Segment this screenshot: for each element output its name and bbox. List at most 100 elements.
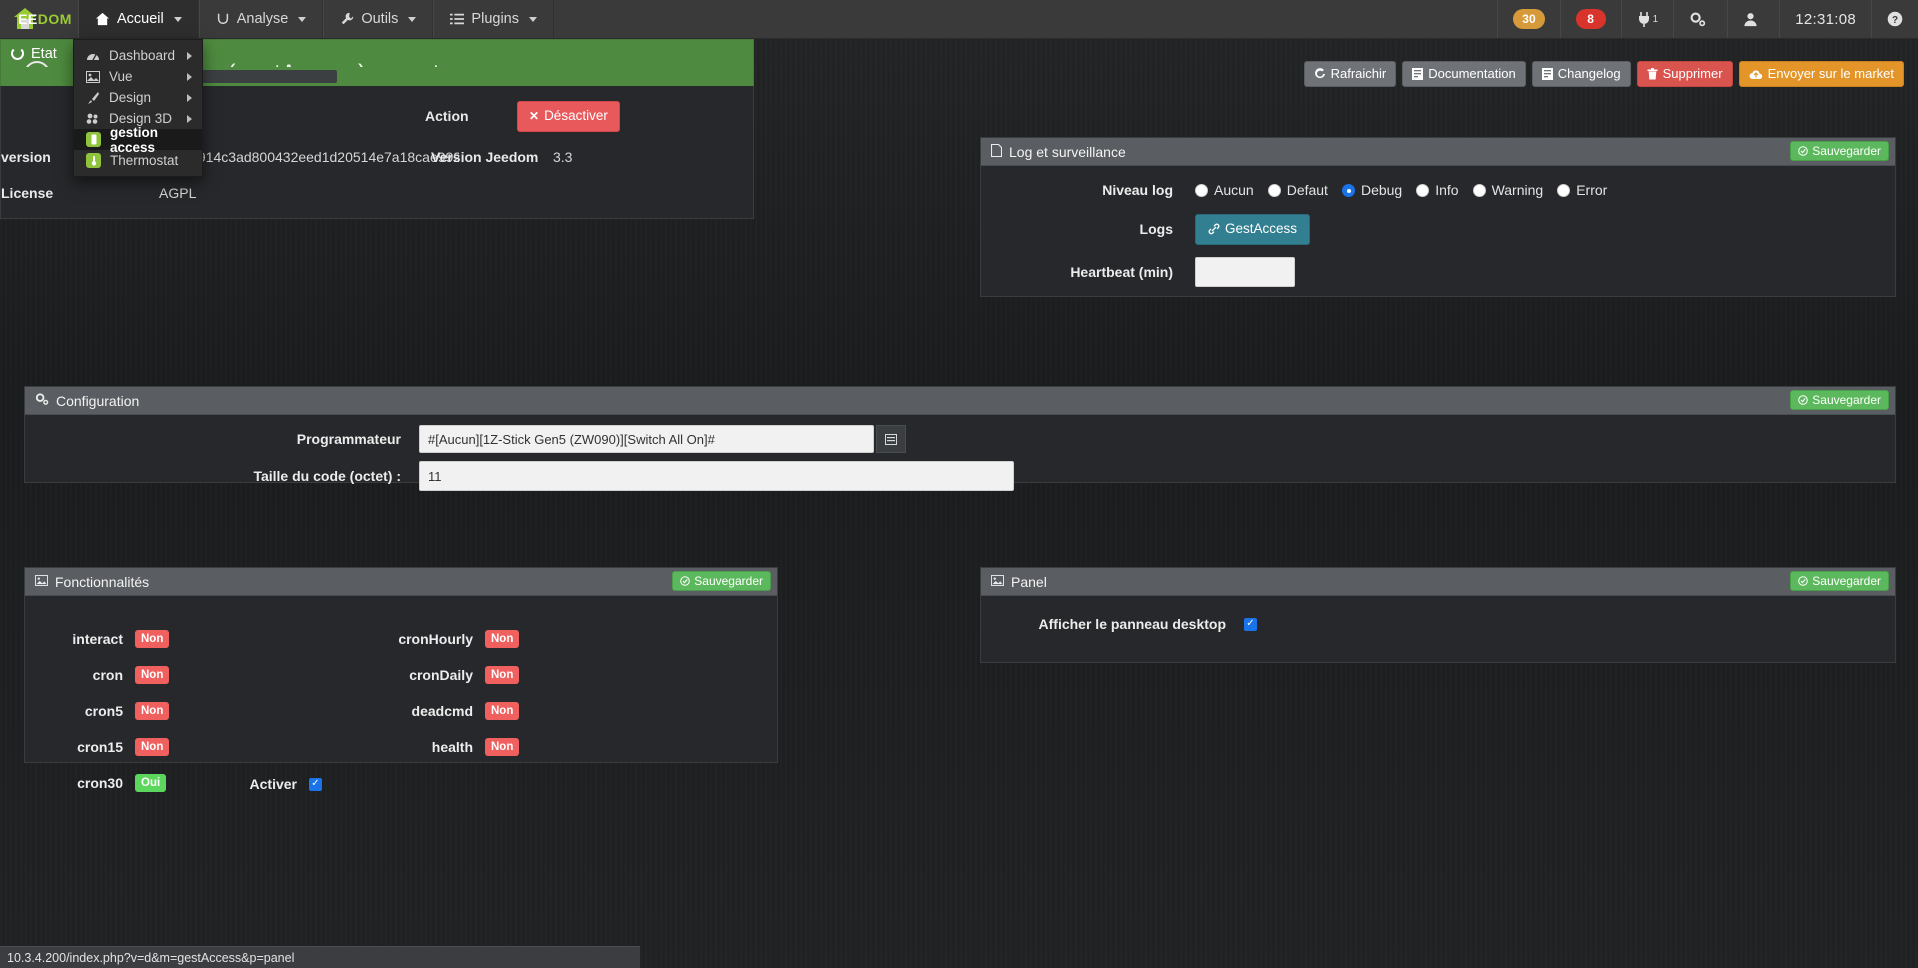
afficher-panneau-desktop-checkbox[interactable]: ✓ bbox=[1244, 617, 1257, 631]
x-icon: ✕ bbox=[529, 108, 540, 123]
changelog-button[interactable]: Changelog bbox=[1531, 61, 1631, 88]
programmateur-row: Programmateur bbox=[43, 425, 1877, 453]
plugin-icon bbox=[86, 132, 101, 147]
documentation-button[interactable]: Documentation bbox=[1402, 61, 1526, 88]
refresh-button[interactable]: Rafraichir bbox=[1303, 61, 1397, 88]
log-level-aucun[interactable]: Aucun bbox=[1195, 182, 1254, 198]
user-menu[interactable] bbox=[1727, 0, 1779, 38]
plug-status-group[interactable]: 1 bbox=[1620, 0, 1674, 38]
heartbeat-input[interactable] bbox=[1195, 256, 1295, 287]
niveau-log-row: Niveau log Aucun Defaut Debug Info Warni… bbox=[999, 182, 1877, 198]
chevron-down-icon bbox=[528, 16, 537, 22]
radio-dot bbox=[1557, 183, 1571, 197]
chevron-right-icon bbox=[187, 51, 192, 60]
user-icon bbox=[1744, 12, 1757, 26]
check-circle-icon bbox=[1798, 146, 1809, 156]
etat-license-label: License bbox=[1, 185, 54, 201]
log-level-error[interactable]: Error bbox=[1557, 182, 1607, 198]
jeedom-logo[interactable]: EEDOM bbox=[0, 0, 78, 38]
log-level-warning-label: Warning bbox=[1491, 182, 1544, 198]
panel-panel: Panel Sauvegarder Afficher le panneau de… bbox=[980, 567, 1896, 663]
panel-save-button[interactable]: Sauvegarder bbox=[1790, 571, 1889, 591]
page-content: gestion access (gestAccess) - master Raf… bbox=[0, 39, 1918, 968]
menu-item-design[interactable]: Design bbox=[74, 87, 202, 108]
feature-deadcmd-label: deadcmd bbox=[411, 703, 473, 719]
log-level-info[interactable]: Info bbox=[1416, 182, 1459, 198]
thermometer-icon bbox=[86, 153, 101, 168]
file-icon bbox=[990, 143, 1003, 160]
menu-item-dashboard[interactable]: Dashboard bbox=[74, 45, 202, 66]
fonctionnalites-save-button[interactable]: Sauvegarder bbox=[672, 571, 771, 591]
message-count-badge: 8 bbox=[1575, 9, 1606, 29]
feature-cron15-label: cron15 bbox=[77, 739, 123, 755]
list-picker-icon[interactable] bbox=[876, 425, 906, 453]
gestaccess-log-button[interactable]: GestAccess bbox=[1195, 214, 1311, 245]
gear-icon bbox=[1690, 12, 1706, 26]
menu-item-thermostat[interactable]: Thermostat bbox=[74, 150, 202, 171]
afficher-panneau-desktop-label: Afficher le panneau desktop bbox=[1038, 616, 1226, 632]
chevron-right-icon bbox=[187, 93, 192, 102]
page-action-buttons: Rafraichir Documentation Changelog Suppr… bbox=[1303, 61, 1904, 88]
refresh-button-label: Rafraichir bbox=[1330, 66, 1387, 81]
book-icon bbox=[1412, 68, 1424, 81]
chevron-right-icon bbox=[187, 72, 192, 81]
nav-item-plugins[interactable]: Plugins bbox=[433, 0, 554, 38]
settings-menu[interactable] bbox=[1673, 0, 1727, 38]
menu-item-vue[interactable]: Vue bbox=[74, 66, 202, 87]
log-level-warning[interactable]: Warning bbox=[1472, 182, 1544, 198]
panel-panel-title: Panel bbox=[1011, 573, 1047, 590]
nav-item-outils[interactable]: Outils bbox=[323, 0, 434, 38]
check-circle-icon bbox=[680, 576, 691, 586]
message-count-badge-wrap[interactable]: 8 bbox=[1559, 0, 1621, 38]
etat-action-label: Action bbox=[425, 108, 469, 124]
feature-row-crondaily: cronDaily Non bbox=[375, 666, 520, 684]
clock-text: 12:31:08 bbox=[1795, 10, 1856, 28]
programmateur-input[interactable] bbox=[419, 425, 874, 453]
log-level-debug[interactable]: Debug bbox=[1341, 182, 1402, 198]
panel-panel-header: Panel Sauvegarder bbox=[981, 568, 1895, 596]
help-button[interactable]: ? bbox=[1871, 0, 1918, 38]
activer-row: Activer ✓ bbox=[225, 776, 322, 792]
documentation-button-label: Documentation bbox=[1428, 66, 1516, 81]
radio-dot bbox=[1195, 183, 1208, 197]
disable-plugin-button[interactable]: ✕ Désactiver bbox=[517, 101, 620, 132]
clock-display: 12:31:08 bbox=[1779, 0, 1871, 38]
brand-text: EEDOM bbox=[18, 11, 72, 27]
chevron-down-icon bbox=[173, 16, 182, 22]
update-count-badge: 30 bbox=[1513, 9, 1545, 29]
update-count-badge-wrap[interactable]: 30 bbox=[1497, 0, 1559, 38]
activer-label: Activer bbox=[249, 776, 297, 792]
log-panel-title: Log et surveillance bbox=[1009, 143, 1126, 160]
feature-crondaily-label: cronDaily bbox=[409, 667, 473, 683]
feature-interact-badge: Non bbox=[135, 630, 170, 648]
plug-count: 1 bbox=[1652, 13, 1659, 25]
activer-checkbox[interactable]: ✓ bbox=[309, 777, 322, 791]
menu-item-design-label: Design bbox=[109, 90, 152, 105]
nav-item-accueil[interactable]: Accueil bbox=[78, 0, 199, 38]
plug-icon bbox=[1638, 12, 1649, 27]
feature-health-badge: Non bbox=[485, 738, 520, 756]
log-level-defaut[interactable]: Defaut bbox=[1267, 182, 1328, 198]
status-bar-url: 10.3.4.200/index.php?v=d&m=gestAccess&p=… bbox=[7, 950, 295, 965]
configuration-save-button[interactable]: Sauvegarder bbox=[1790, 390, 1889, 410]
send-to-market-button[interactable]: Envoyer sur le market bbox=[1738, 61, 1904, 88]
changelog-button-label: Changelog bbox=[1557, 66, 1621, 81]
delete-button[interactable]: Supprimer bbox=[1636, 61, 1733, 88]
configuration-panel-body: Programmateur Taille du code (octet) : bbox=[25, 415, 1895, 505]
help-circle-icon: ? bbox=[1887, 11, 1903, 27]
chevron-right-icon bbox=[187, 114, 192, 123]
log-panel: Log et surveillance Sauvegarder Niveau l… bbox=[980, 137, 1896, 297]
menu-item-gestion-access[interactable]: gestion access bbox=[74, 125, 202, 155]
log-level-info-label: Info bbox=[1435, 182, 1459, 198]
nav-item-plugins-label: Plugins bbox=[471, 11, 519, 27]
taille-code-input[interactable] bbox=[419, 461, 1014, 491]
list-icon bbox=[450, 13, 465, 25]
log-save-button[interactable]: Sauvegarder bbox=[1790, 141, 1889, 161]
feature-row-health: health Non bbox=[375, 738, 520, 756]
nav-item-outils-label: Outils bbox=[361, 11, 399, 27]
nav-item-analyse[interactable]: Analyse bbox=[198, 0, 324, 38]
fonctionnalites-panel-title: Fonctionnalités bbox=[55, 573, 150, 590]
feature-row-cron5: cron5 Non bbox=[25, 702, 170, 720]
feature-cron15-badge: Non bbox=[135, 738, 170, 756]
afficher-panneau-row: Afficher le panneau desktop ✓ bbox=[999, 616, 1877, 632]
